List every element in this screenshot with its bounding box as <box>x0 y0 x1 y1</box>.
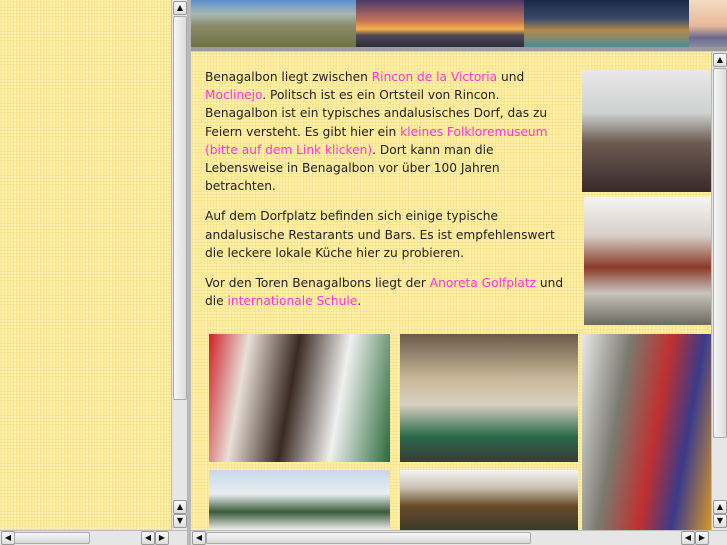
paragraph: Benagalbon liegt zwischen Rincon de la V… <box>205 68 571 195</box>
photo-market-stalls[interactable] <box>584 197 712 325</box>
scroll-left-arrow-icon[interactable]: ◀ <box>141 531 155 545</box>
scrollbar-thumb[interactable] <box>206 532 531 544</box>
paragraph: Auf dem Dorfplatz befinden sich einige t… <box>205 207 571 262</box>
text: Benagalbon liegt zwischen <box>205 70 372 84</box>
scroll-up-arrow-icon[interactable]: ▲ <box>173 500 187 514</box>
paragraph: Vor den Toren Benagalbons liegt der Anor… <box>205 274 571 310</box>
photo-folk-costumes[interactable] <box>582 334 712 530</box>
scrollbar-thumb[interactable] <box>713 68 727 438</box>
banner-photo-hotel <box>524 0 689 47</box>
scroll-up-arrow-icon[interactable]: ▲ <box>713 500 727 514</box>
photo-fountain-square[interactable] <box>400 334 578 462</box>
link-moclinejo[interactable]: Moclinejo <box>205 88 262 102</box>
photo-evening-square[interactable] <box>400 470 578 530</box>
scroll-left-arrow-icon[interactable]: ◀ <box>1 531 15 545</box>
scroll-left-arrow-icon[interactable]: ◀ <box>681 531 695 545</box>
left-vertical-scrollbar[interactable]: ▲ ▲ ▼ <box>171 0 187 530</box>
scroll-down-arrow-icon[interactable]: ▼ <box>173 514 187 528</box>
scrollbar-thumb[interactable] <box>14 532 90 544</box>
link-internationale-schule[interactable]: internationale Schule <box>228 294 358 308</box>
left-horizontal-scrollbar[interactable]: ◀ ◀ ▶ <box>0 530 187 545</box>
header-banner <box>191 0 727 47</box>
banner-photo-sea <box>689 0 727 47</box>
text: Vor den Toren Benagalbons liegt der <box>205 276 430 291</box>
article-text: Benagalbon liegt zwischen Rincon de la V… <box>205 68 571 322</box>
photo-procession[interactable] <box>209 470 390 530</box>
main-horizontal-scrollbar[interactable]: ◀ ◀ ▶ <box>191 530 727 545</box>
main-vertical-scrollbar[interactable]: ▲ ▲ ▼ <box>711 52 727 530</box>
banner-photo-sunset <box>356 0 524 47</box>
content-frame: Benagalbon liegt zwischen Rincon de la V… <box>191 52 712 530</box>
photo-street-crowd[interactable] <box>582 70 712 192</box>
photo-man-with-hat[interactable] <box>209 334 390 462</box>
text: . <box>357 294 362 309</box>
scroll-down-arrow-icon[interactable]: ▼ <box>713 514 727 528</box>
scroll-up-arrow-icon[interactable]: ▲ <box>173 1 187 15</box>
link-anoreta-golf[interactable]: Anoreta Golfplatz <box>430 276 536 290</box>
left-frame <box>0 0 171 530</box>
link-rincon[interactable]: Rincon de la Victoria <box>372 70 497 84</box>
text: Auf dem Dorfplatz befinden sich einige t… <box>205 209 555 260</box>
banner-photo-hills <box>191 0 356 47</box>
scrollbar-thumb[interactable] <box>173 16 187 400</box>
scroll-left-arrow-icon[interactable]: ◀ <box>192 531 206 545</box>
scroll-up-arrow-icon[interactable]: ▲ <box>713 53 727 67</box>
scroll-right-arrow-icon[interactable]: ▶ <box>695 531 709 545</box>
scroll-right-arrow-icon[interactable]: ▶ <box>155 531 169 545</box>
text: und <box>497 70 525 84</box>
